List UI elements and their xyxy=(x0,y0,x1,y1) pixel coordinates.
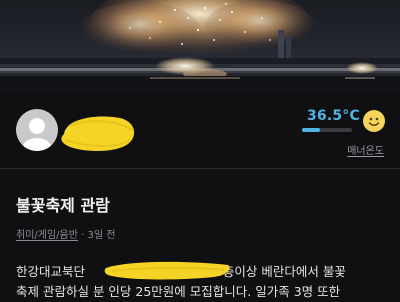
post-body-line-2: 축제 관람하실 분 인당 25만원에 모집합니다. 일가족 3명 또한 xyxy=(16,284,341,299)
temperature-bar-fill xyxy=(302,128,321,132)
temperature-value: 36.5°C xyxy=(306,108,360,124)
post-photo[interactable] xyxy=(0,0,400,92)
manner-temperature: 36.5°C xyxy=(298,108,360,132)
redacted-address xyxy=(104,261,230,280)
post-meta: 취미/게임/음반 · 3일 전 xyxy=(16,226,115,241)
manner-temperature-link[interactable]: 매너온도 xyxy=(347,142,384,157)
post-category-link[interactable]: 취미/게임/음반 xyxy=(16,230,78,241)
default-user-avatar-icon xyxy=(22,118,52,151)
fireworks-photo xyxy=(0,0,400,92)
redacted-nickname xyxy=(61,116,135,151)
temperature-bar xyxy=(302,128,352,132)
post-title: 불꽃축제 관람 xyxy=(16,196,110,215)
avatar[interactable] xyxy=(16,109,58,151)
post-time: 3일 전 xyxy=(87,230,116,241)
body-line1-start: 한강대교북단 xyxy=(16,264,86,279)
smile-face-icon xyxy=(363,110,385,132)
